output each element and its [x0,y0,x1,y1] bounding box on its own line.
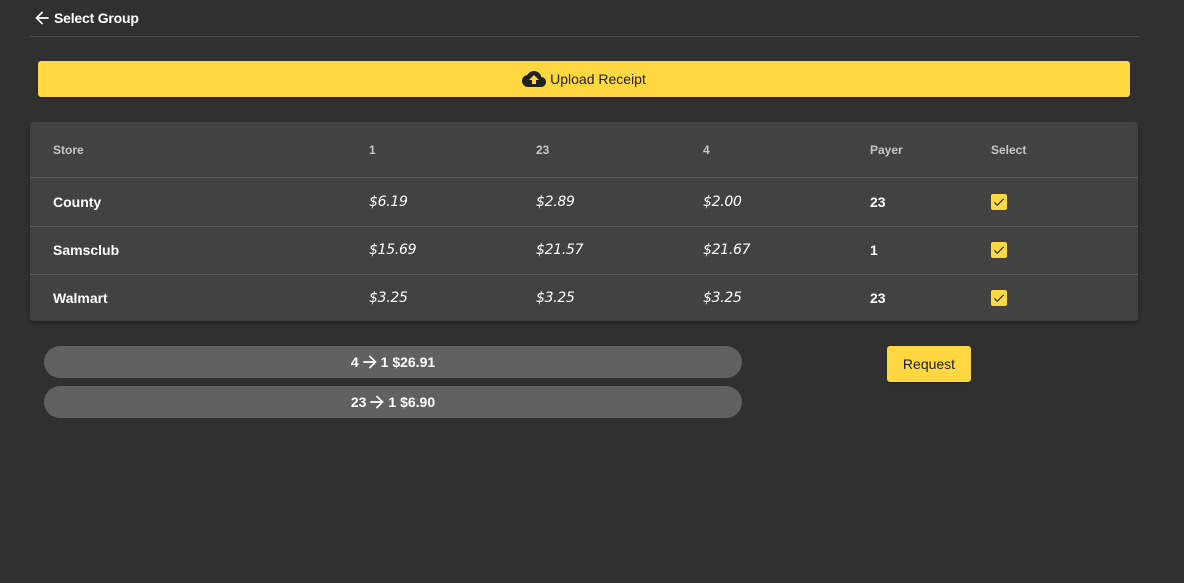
settlement-chip[interactable]: 4 1 $26.91 [44,346,742,378]
settlement-chip[interactable]: 23 1 $6.90 [44,386,742,418]
amount-cell: $2.00 [703,194,742,210]
upload-receipt-label: Upload Receipt [550,71,646,87]
amount-cell: $15.69 [369,242,417,258]
store-name: Samsclub [53,242,120,258]
column-header-select[interactable]: Select [991,122,1026,177]
upload-receipt-button[interactable]: Upload Receipt [38,61,1130,97]
select-cell [991,226,1007,274]
row-select-checkbox[interactable] [991,194,1007,210]
column-header-member-23[interactable]: 23 [536,122,549,177]
header: Select Group [30,0,1139,37]
settlement-to: 1 $26.91 [380,354,436,370]
expenses-table: Store 1 23 4 Payer Select County $6.19 $… [30,122,1138,321]
column-header-member-1[interactable]: 1 [369,122,376,177]
payer-cell: 23 [870,194,886,210]
column-header-payer[interactable]: Payer [870,122,903,177]
check-icon [993,246,1005,255]
store-name: County [53,194,102,210]
check-icon [993,198,1005,207]
table-header-row: Store 1 23 4 Payer Select [30,122,1138,178]
column-header-store[interactable]: Store [53,122,84,177]
table-row[interactable]: Samsclub $15.69 $21.57 $21.67 1 [30,226,1138,275]
select-cell [991,178,1007,226]
arrow-left-icon [32,8,52,28]
amount-cell: $3.25 [536,290,575,306]
amount-cell: $3.25 [369,290,408,306]
cloud-upload-icon [522,67,547,91]
amount-cell: $3.25 [703,290,742,306]
payer-cell: 23 [870,290,886,306]
arrow-right-icon [360,352,380,372]
amount-cell: $6.19 [369,194,408,210]
amount-cell: $21.57 [536,242,584,258]
settlement-from: 23 [350,394,367,410]
select-cell [991,274,1007,322]
settlement-to: 1 $6.90 [388,394,436,410]
arrow-right-icon [367,392,387,412]
settlement-from: 4 [350,354,359,370]
page-title: Select Group [54,10,139,26]
row-select-checkbox[interactable] [991,242,1007,258]
amount-cell: $2.89 [536,194,575,210]
back-button[interactable]: Select Group [30,2,139,34]
store-name: Walmart [53,290,108,306]
column-header-member-4[interactable]: 4 [703,122,710,177]
table-row[interactable]: Walmart $3.25 $3.25 $3.25 23 [30,274,1138,322]
amount-cell: $21.67 [703,242,751,258]
payer-cell: 1 [870,242,878,258]
request-button[interactable]: Request [887,346,971,382]
table-row[interactable]: County $6.19 $2.89 $2.00 23 [30,178,1138,227]
row-select-checkbox[interactable] [991,290,1007,306]
check-icon [993,294,1005,303]
